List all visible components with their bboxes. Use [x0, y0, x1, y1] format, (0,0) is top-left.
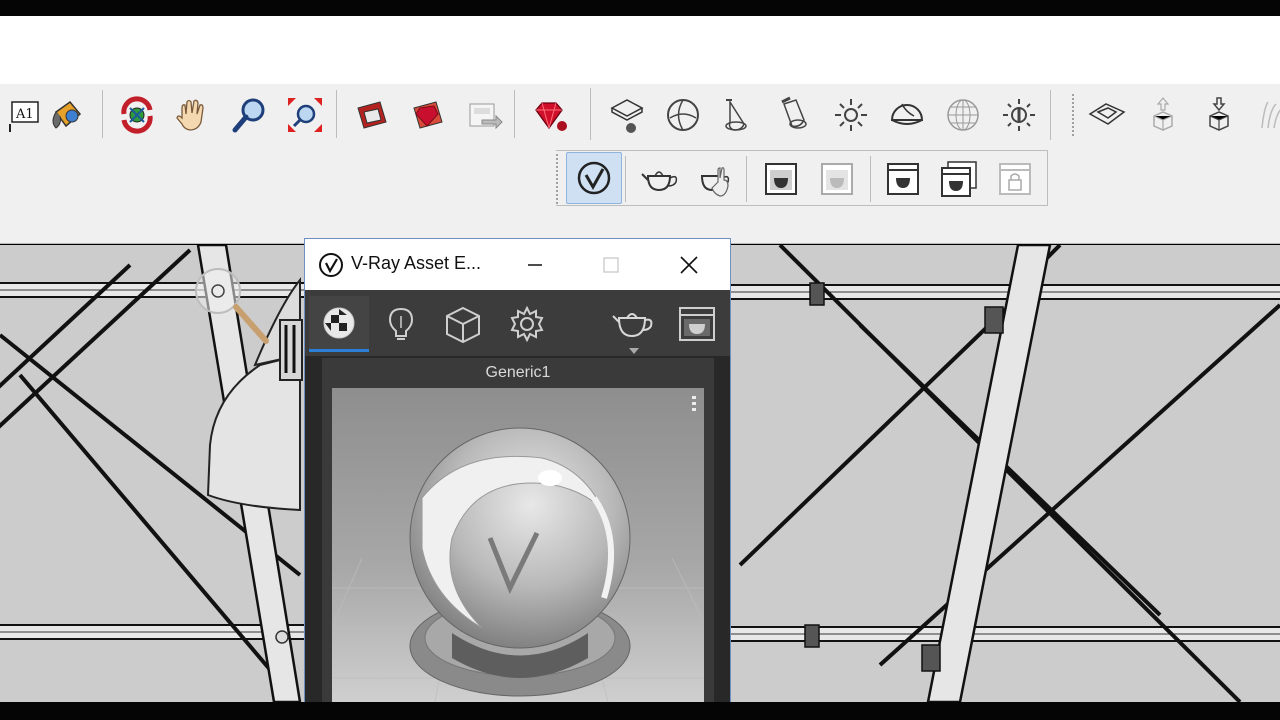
more-options-icon[interactable]: [692, 396, 696, 414]
teapot-icon: [612, 313, 653, 338]
partial-toolbar-icon[interactable]: [1250, 90, 1280, 140]
toolbar-separator: [590, 88, 591, 140]
render-icon[interactable]: [634, 154, 684, 204]
toolbar-border: [556, 150, 1048, 151]
zoom-icon[interactable]: [224, 90, 274, 140]
export-proxy-icon[interactable]: [1138, 90, 1188, 140]
window-titlebar[interactable]: V-Ray Asset E...: [305, 239, 730, 290]
batch-render-icon[interactable]: [878, 154, 928, 204]
close-icon: [680, 256, 698, 274]
toolbar-separator: [625, 156, 626, 202]
toolbar-border: [1047, 150, 1048, 206]
materials-tab[interactable]: [309, 296, 369, 352]
vray-sun-icon[interactable]: [994, 90, 1044, 140]
extension-warehouse-icon[interactable]: [402, 90, 452, 140]
orbit-icon[interactable]: [112, 90, 162, 140]
settings-tab[interactable]: [499, 296, 555, 352]
chevron-down-icon[interactable]: [629, 348, 639, 354]
frame-buffer-button[interactable]: [669, 296, 725, 352]
vray-sphere-light-icon[interactable]: [658, 90, 708, 140]
toolbar-separator: [746, 156, 747, 202]
maximize-button[interactable]: [591, 247, 631, 283]
maximize-icon: [603, 257, 619, 273]
toolbar-area: A1: [0, 84, 1280, 244]
window-title: V-Ray Asset E...: [351, 253, 482, 273]
render-region-icon[interactable]: [812, 154, 862, 204]
toolbar-border: [556, 205, 1048, 206]
close-button[interactable]: [669, 247, 709, 283]
vray-proxy-icon[interactable]: [1082, 90, 1132, 140]
screen: A1 V-Ray Asset E... Generic1: [0, 0, 1280, 720]
materials-icon: [323, 307, 355, 338]
material-name: Generic1: [485, 364, 551, 381]
minimize-icon: [528, 264, 542, 266]
lights-tab[interactable]: [373, 296, 429, 352]
render-button[interactable]: [605, 296, 661, 354]
pan-icon[interactable]: [168, 90, 218, 140]
toolbar-separator: [102, 90, 103, 138]
3d-warehouse-icon[interactable]: [346, 90, 396, 140]
letterbox-top: [0, 0, 1280, 16]
vray-mesh-light-icon[interactable]: [882, 90, 932, 140]
cloud-render-icon[interactable]: [934, 154, 984, 204]
vray-asset-editor-icon[interactable]: [566, 152, 622, 204]
layout-icon[interactable]: [458, 90, 508, 140]
cube-icon: [446, 306, 480, 344]
letterbox-bottom: [0, 702, 1280, 720]
vray-asset-editor-window[interactable]: V-Ray Asset E... Generic1: [304, 238, 731, 718]
toolbar-grip[interactable]: [1072, 94, 1076, 136]
toolbar-separator: [870, 156, 871, 202]
vray-logo-icon: [319, 253, 343, 277]
asset-editor-tabbar: [305, 290, 730, 356]
material-card[interactable]: Generic1: [322, 358, 714, 718]
vray-omni-light-icon[interactable]: [826, 90, 876, 140]
lock-camera-icon[interactable]: [990, 154, 1040, 204]
vray-ies-light-icon[interactable]: [770, 90, 820, 140]
render-interactive-icon[interactable]: [690, 154, 740, 204]
frame-buffer-icon[interactable]: [756, 154, 806, 204]
toolbar-separator: [336, 90, 337, 138]
vray-spot-light-icon[interactable]: [714, 90, 764, 140]
material-preview[interactable]: [332, 388, 704, 718]
minimize-button[interactable]: [515, 247, 555, 283]
import-proxy-icon[interactable]: [1194, 90, 1244, 140]
toolbar-separator: [514, 90, 515, 138]
zoom-extents-icon[interactable]: [280, 90, 330, 140]
vray-dome-light-icon[interactable]: [602, 90, 652, 140]
toolbar-separator: [1050, 90, 1051, 140]
geometry-tab[interactable]: [435, 296, 491, 352]
light-bulb-icon: [388, 307, 414, 340]
frame-buffer-icon: [679, 307, 715, 341]
vray-infinite-plane-icon[interactable]: [938, 90, 988, 140]
app-title-area: [0, 16, 1280, 84]
toolbar-grip[interactable]: [556, 154, 560, 204]
svg-text:A1: A1: [15, 107, 34, 122]
ruby-console-icon[interactable]: [524, 90, 574, 140]
gear-icon: [510, 305, 544, 343]
paint-bucket-icon[interactable]: [42, 90, 92, 140]
asset-editor-body: Generic1: [305, 356, 730, 718]
